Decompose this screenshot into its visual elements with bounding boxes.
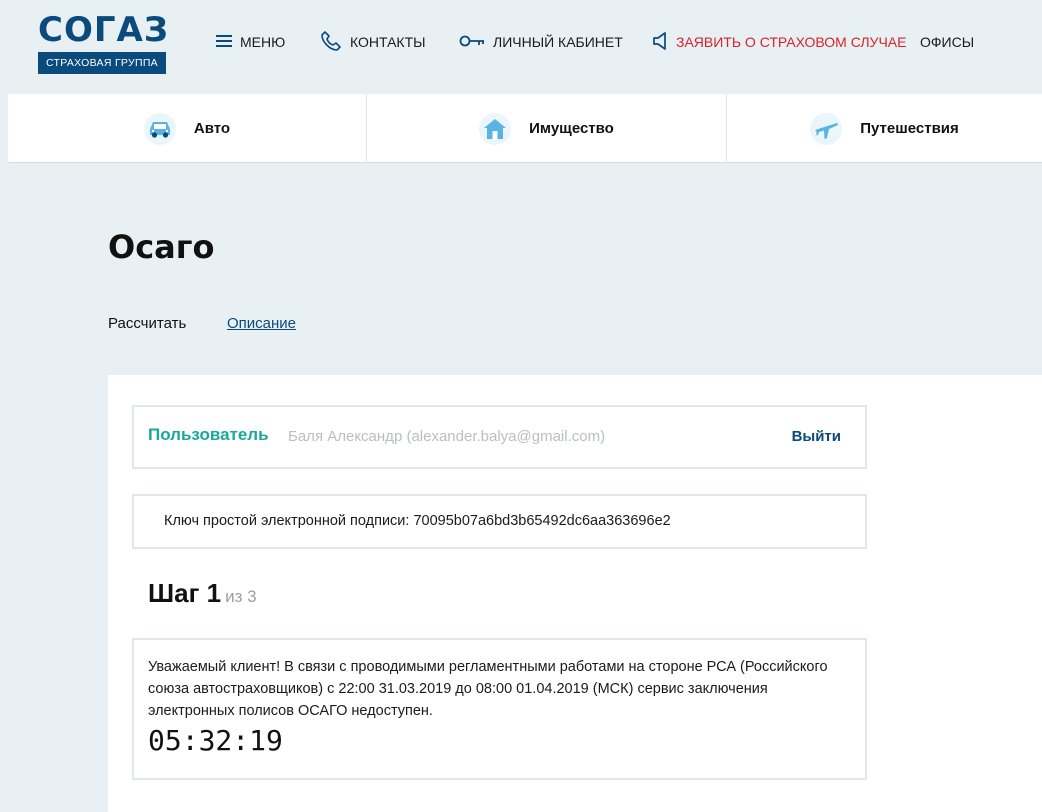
- offices-link[interactable]: ОФИСЫ: [920, 32, 974, 52]
- contacts-link[interactable]: КОНТАКТЫ: [320, 30, 426, 55]
- airplane-icon: [810, 112, 843, 145]
- sogaz-logo[interactable]: СОГАЗ СТРАХОВАЯ ГРУППА: [38, 10, 169, 74]
- key-icon: [459, 34, 485, 51]
- page-title: Осаго: [108, 228, 215, 266]
- category-auto[interactable]: Авто: [8, 94, 367, 163]
- countdown-timer: 05:32:19: [148, 724, 283, 757]
- house-icon: [479, 112, 512, 145]
- logo-subtitle: СТРАХОВАЯ ГРУППА: [38, 52, 166, 74]
- site-header: СОГАЗ СТРАХОВАЯ ГРУППА МЕНЮ КОНТАКТЫ ЛИЧ…: [0, 0, 1042, 94]
- step-indicator: Шаг 1 из 3: [148, 578, 257, 609]
- user-box: Пользователь Баля Александр (alexander.b…: [132, 405, 867, 469]
- car-icon: [143, 112, 176, 145]
- category-auto-label: Авто: [193, 120, 231, 137]
- category-property-label: Имущество: [529, 120, 614, 137]
- claim-label: ЗАЯВИТЬ О СТРАХОВОМ СЛУЧАЕ: [676, 34, 907, 50]
- account-link[interactable]: ЛИЧНЫЙ КАБИНЕТ: [459, 32, 623, 52]
- phone-icon: [320, 30, 342, 55]
- maintenance-notice: Уважаемый клиент! В связи с проводимыми …: [132, 638, 867, 780]
- category-bar: Авто Имущество Путешествия: [8, 94, 1042, 163]
- step-current: Шаг 1: [148, 578, 222, 608]
- account-label: ЛИЧНЫЙ КАБИНЕТ: [493, 34, 623, 50]
- logout-link[interactable]: Выйти: [792, 428, 841, 445]
- contacts-label: КОНТАКТЫ: [350, 34, 426, 50]
- megaphone-icon: [652, 31, 668, 53]
- signature-key-box: Ключ простой электронной подписи: 70095b…: [132, 494, 867, 549]
- step-total: из 3: [225, 587, 257, 606]
- notice-text: Уважаемый клиент! В связи с проводимыми …: [148, 659, 828, 719]
- osago-form-panel: Пользователь Баля Александр (alexander.b…: [108, 375, 1042, 812]
- category-travel[interactable]: Путешествия: [727, 94, 1042, 163]
- category-travel-label: Путешествия: [860, 120, 959, 137]
- tab-description[interactable]: Описание: [227, 315, 296, 332]
- claim-link[interactable]: ЗАЯВИТЬ О СТРАХОВОМ СЛУЧАЕ: [652, 31, 907, 53]
- hamburger-icon: [216, 34, 232, 51]
- tab-calculate[interactable]: Рассчитать: [108, 315, 186, 332]
- user-name: Баля Александр (alexander.balya@gmail.co…: [288, 428, 606, 445]
- menu-button[interactable]: МЕНЮ: [216, 32, 285, 52]
- logo-wordmark: СОГАЗ: [38, 10, 169, 50]
- category-property[interactable]: Имущество: [367, 94, 727, 163]
- user-label: Пользователь: [148, 425, 269, 444]
- menu-label: МЕНЮ: [240, 34, 286, 50]
- signature-key-text: Ключ простой электронной подписи: 70095b…: [164, 513, 671, 529]
- offices-label: ОФИСЫ: [920, 34, 975, 50]
